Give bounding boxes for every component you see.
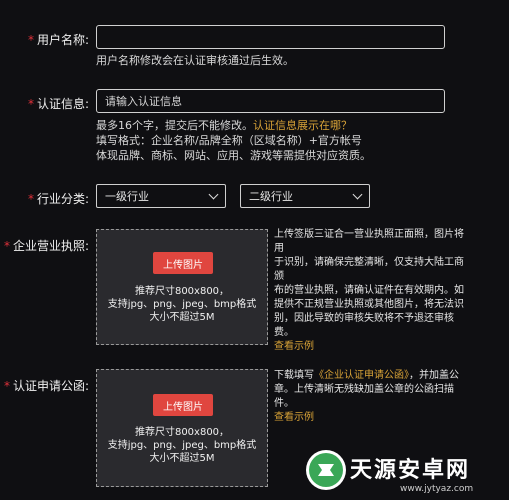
required-mark: * xyxy=(27,192,34,206)
required-mark: * xyxy=(3,239,10,253)
letter-instruction-prefix: 下载填写 xyxy=(274,370,314,381)
license-label: * 企业营业执照: xyxy=(4,237,89,254)
cert-info-hint-2: 填写格式：企业名称/品牌全称（区域名称）+官方帐号 xyxy=(96,134,362,147)
primary-industry-select[interactable]: 一级行业 xyxy=(96,184,226,208)
license-upload-req-3: 大小不超过5M xyxy=(149,312,215,323)
license-upload-area[interactable]: 上传图片 推荐尺寸800x800， 支持jpg、png、jpeg、bmp格式 大… xyxy=(96,229,268,345)
watermark-site-url: www.jytyaz.com xyxy=(400,484,474,494)
license-instruction-line: 于识别，请确保完整清晰，仅支持大陆工商颁 xyxy=(274,257,464,282)
letter-label-text: 认证申请公函: xyxy=(12,379,89,393)
primary-industry-value: 一级行业 xyxy=(105,190,149,203)
license-upload-button[interactable]: 上传图片 xyxy=(153,252,213,274)
letter-label: * 认证申请公函: xyxy=(4,377,89,394)
required-mark: * xyxy=(27,97,34,111)
watermark-site-name: 天源安卓网 xyxy=(350,458,471,483)
license-example-link[interactable]: 查看示例 xyxy=(274,340,466,354)
cert-info-hint-3: 体现品牌、商标、网站、应用、游戏等需提供对应资质。 xyxy=(96,149,371,162)
secondary-industry-select[interactable]: 二级行业 xyxy=(240,184,370,208)
cert-info-hint-1: 最多16个字，提交后不能修改。认证信息展示在哪？ xyxy=(96,118,352,133)
letter-instruction-suffix: ，并加盖公 xyxy=(409,370,459,381)
watermark-logo-icon xyxy=(306,450,346,490)
cert-info-label: * 认证信息: xyxy=(28,95,89,112)
letter-instruction-line-2: 章。上传清晰无残缺加盖公章的公函扫描件。 xyxy=(274,384,454,409)
license-instructions: 上传签版三证合一营业执照正面照，图片将用 于识别，请确保完整清晰，仅支持大陆工商… xyxy=(274,228,466,354)
cert-info-display-link[interactable]: 认证信息展示在哪？ xyxy=(253,119,352,132)
username-label: * 用户名称: xyxy=(28,31,89,48)
license-instruction-line: 布的营业执照，请确认证件在有效期内。如 xyxy=(274,285,464,296)
letter-template-download-link[interactable]: 《企业认证申请公函》 xyxy=(314,370,409,381)
license-label-text: 企业营业执照: xyxy=(12,239,89,253)
letter-instructions: 下载填写《企业认证申请公函》，并加盖公 章。上传清晰无残缺加盖公章的公函扫描件。… xyxy=(274,369,466,425)
cert-info-label-text: 认证信息: xyxy=(36,97,89,111)
required-mark: * xyxy=(3,379,10,393)
chevron-down-icon xyxy=(352,189,363,200)
letter-upload-button[interactable]: 上传图片 xyxy=(153,394,213,416)
username-input[interactable] xyxy=(96,25,445,49)
letter-upload-req-3: 大小不超过5M xyxy=(149,453,215,464)
letter-upload-req-1: 推荐尺寸800x800， xyxy=(134,427,230,438)
license-upload-req-2: 支持jpg、png、jpeg、bmp格式 xyxy=(107,299,257,310)
secondary-industry-value: 二级行业 xyxy=(249,190,293,203)
letter-upload-req-2: 支持jpg、png、jpeg、bmp格式 xyxy=(107,440,257,451)
letter-upload-area[interactable]: 上传图片 推荐尺寸800x800， 支持jpg、png、jpeg、bmp格式 大… xyxy=(96,369,268,487)
letter-instruction-line-1: 下载填写《企业认证申请公函》，并加盖公 xyxy=(274,369,466,383)
license-instruction-line: 上传签版三证合一营业执照正面照，图片将用 xyxy=(274,229,464,254)
chevron-down-icon xyxy=(208,189,219,200)
letter-example-link[interactable]: 查看示例 xyxy=(274,411,466,425)
license-instruction-line: 提供不正规营业执照或其他图片，将无法识 xyxy=(274,299,464,310)
industry-label-text: 行业分类: xyxy=(36,192,89,206)
username-label-text: 用户名称: xyxy=(36,33,89,47)
cert-info-hint-text: 最多16个字，提交后不能修改。 xyxy=(96,119,253,132)
industry-label: * 行业分类: xyxy=(28,190,89,207)
license-upload-req-1: 推荐尺寸800x800， xyxy=(134,286,230,297)
username-hint: 用户名称修改会在认证审核通过后生效。 xyxy=(96,54,294,67)
cert-info-input[interactable] xyxy=(96,89,445,113)
required-mark: * xyxy=(27,33,34,47)
license-instruction-line: 别，因此导致的审核失败将不予退还审核费。 xyxy=(274,313,454,338)
